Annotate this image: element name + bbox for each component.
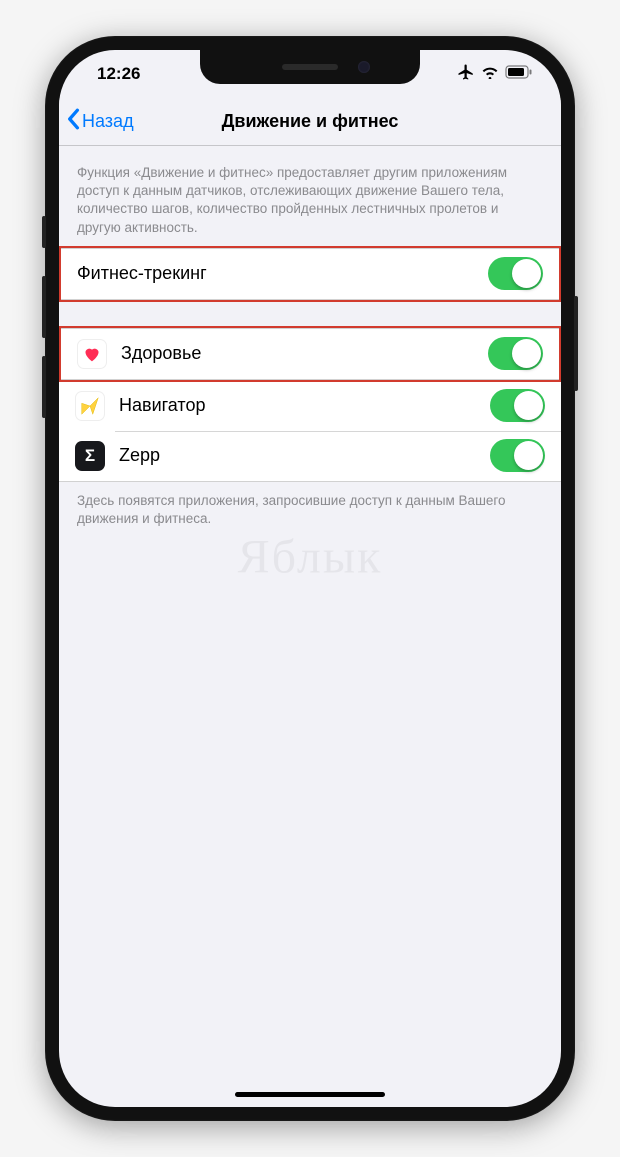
zepp-app-icon: Σ (75, 441, 105, 471)
section-footer: Здесь появятся приложения, запросившие д… (59, 482, 561, 538)
fitness-tracking-toggle[interactable] (488, 257, 543, 290)
row-navigator: Навигатор (59, 381, 561, 431)
list-group-apps-top: Здоровье (61, 328, 559, 380)
content: Функция «Движение и фитнес» предоставляе… (59, 146, 561, 538)
highlight-health-app: Здоровье (59, 326, 561, 382)
list-group-fitness: Фитнес-трекинг (61, 248, 559, 300)
wifi-icon (481, 64, 499, 84)
screen: 12:26 Назад Движение и фит (59, 50, 561, 1107)
phone-notch (200, 50, 420, 84)
chevron-left-icon (65, 108, 81, 135)
app-label: Zepp (119, 445, 490, 466)
row-fitness-tracking: Фитнес-трекинг (61, 249, 559, 299)
phone-side-button (42, 276, 46, 338)
phone-side-button (574, 296, 578, 391)
battery-icon (505, 64, 533, 84)
phone-side-button (42, 356, 46, 418)
fitness-tracking-label: Фитнес-трекинг (77, 263, 488, 284)
page-title: Движение и фитнес (222, 111, 399, 132)
row-health: Здоровье (61, 329, 559, 379)
row-zepp: Σ Zepp (59, 431, 561, 481)
back-label: Назад (82, 111, 134, 132)
section-description: Функция «Движение и фитнес» предоставляе… (59, 146, 561, 247)
home-indicator[interactable] (235, 1092, 385, 1097)
front-camera (358, 61, 370, 73)
back-button[interactable]: Назад (65, 108, 134, 135)
phone-side-button (42, 216, 46, 248)
nav-bar: Назад Движение и фитнес (59, 98, 561, 146)
phone-frame: 12:26 Назад Движение и фит (45, 36, 575, 1121)
app-label: Навигатор (119, 395, 490, 416)
airplane-mode-icon (457, 63, 475, 86)
health-app-icon (77, 339, 107, 369)
status-time: 12:26 (97, 64, 187, 84)
list-group-apps-rest: Навигатор Σ Zepp (59, 381, 561, 482)
navigator-app-icon (75, 391, 105, 421)
health-toggle[interactable] (488, 337, 543, 370)
app-label: Здоровье (121, 343, 488, 364)
zepp-toggle[interactable] (490, 439, 545, 472)
highlight-fitness-tracking: Фитнес-трекинг (59, 246, 561, 302)
speaker-grille (282, 64, 338, 70)
navigator-toggle[interactable] (490, 389, 545, 422)
